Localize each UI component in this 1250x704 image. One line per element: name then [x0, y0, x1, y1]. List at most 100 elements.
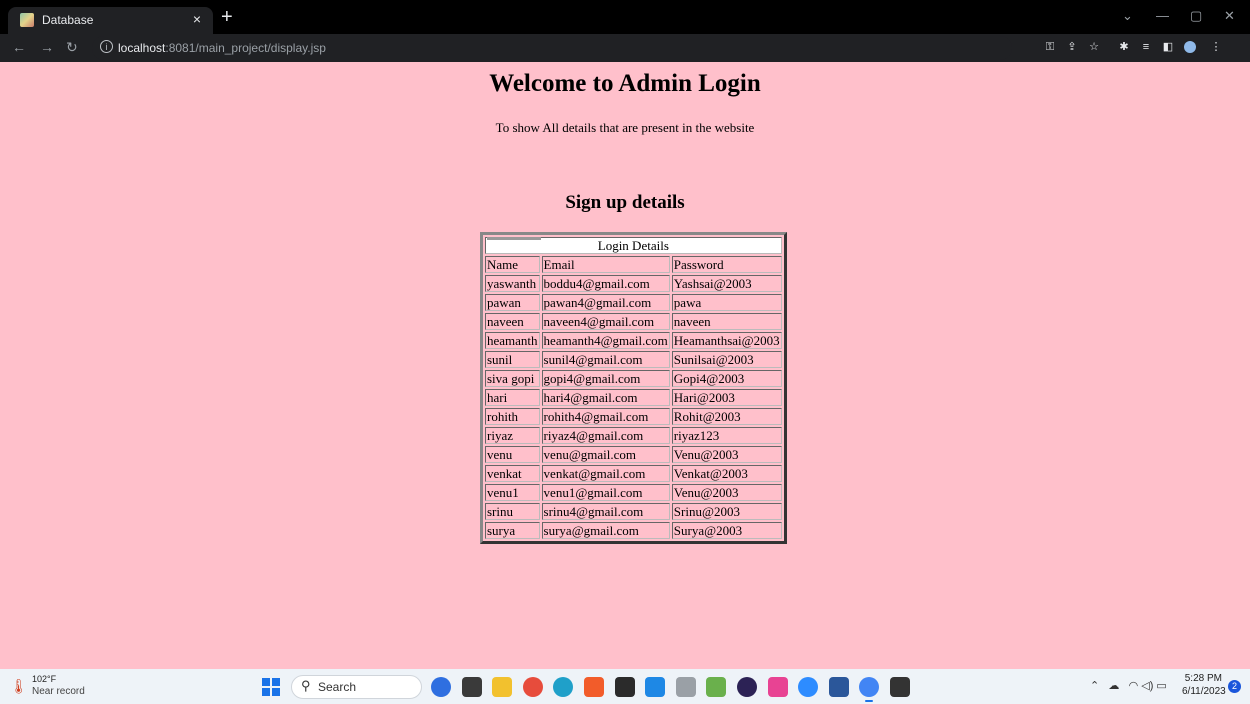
table-row: venu1 venu1@gmail.com Venu@2003 — [485, 484, 782, 501]
notification-badge[interactable]: 2 — [1228, 680, 1241, 693]
name-cell: venu1 — [485, 484, 540, 501]
column-header: Password — [671, 256, 782, 273]
tab-favicon-icon — [20, 13, 34, 27]
tab-close-icon[interactable]: × — [193, 11, 201, 27]
password-cell: Venu@2003 — [671, 484, 782, 501]
terminal-app-icon[interactable] — [890, 677, 910, 697]
chrome-app-icon[interactable] — [523, 677, 543, 697]
edge-app-icon[interactable] — [553, 677, 573, 697]
table-caption-row: Login Details — [485, 237, 782, 254]
maximize-icon[interactable]: ▢ — [1190, 8, 1202, 24]
zoom-app-icon[interactable] — [798, 677, 818, 697]
profile-avatar-icon[interactable] — [1184, 41, 1196, 53]
name-cell: rohith — [485, 408, 540, 425]
tab-search-icon[interactable]: ⌄ — [1122, 8, 1133, 24]
forward-icon[interactable]: → — [40, 39, 54, 55]
extensions-icon[interactable]: ✱ — [1118, 41, 1130, 53]
password-cell: naveen — [671, 313, 782, 330]
page-heading: Welcome to Admin Login — [489, 70, 761, 97]
store-app-icon[interactable] — [768, 677, 788, 697]
password-cell: Venkat@2003 — [671, 465, 782, 482]
email-cell: naveen4@gmail.com — [541, 313, 670, 330]
reading-list-icon[interactable]: ≡ — [1140, 41, 1152, 53]
url-text: localhost:8081/main_project/display.jsp — [118, 41, 326, 55]
bookmark-star-icon[interactable]: ☆ — [1088, 41, 1100, 53]
name-cell: venkat — [485, 465, 540, 482]
email-cell: venkat@gmail.com — [541, 465, 670, 482]
file-explorer-app-icon[interactable] — [492, 677, 512, 697]
email-cell: heamanth4@gmail.com — [541, 332, 670, 349]
email-cell: gopi4@gmail.com — [541, 370, 670, 387]
table-caption: Login Details — [597, 238, 669, 253]
brave-app-icon[interactable] — [584, 677, 604, 697]
table-row: sunil sunil4@gmail.com Sunilsai@2003 — [485, 351, 782, 368]
table-row: riyaz riyaz4@gmail.com riyaz123 — [485, 427, 782, 444]
email-cell: hari4@gmail.com — [541, 389, 670, 406]
email-cell: riyaz4@gmail.com — [541, 427, 670, 444]
table-header-row: Name Email Password — [485, 256, 782, 273]
page-viewport: Welcome to Admin Login To show All detai… — [0, 62, 1250, 669]
start-button[interactable] — [262, 678, 280, 696]
menu-kebab-icon[interactable]: ⋮ — [1210, 41, 1222, 53]
windows-taskbar: 🌡 102°F Near record ⚲ Search ⌃ ☁ ◠ ◁) ▭ … — [0, 669, 1250, 704]
name-cell: venu — [485, 446, 540, 463]
windows-logo-icon — [262, 688, 270, 696]
cloud-icon[interactable]: ☁ — [1108, 680, 1119, 692]
clock-date: 6/11/2023 — [1182, 686, 1226, 697]
name-cell: yaswanth — [485, 275, 540, 292]
browser-toolbar: ← → ↻ i localhost:8081/main_project/disp… — [0, 34, 1250, 62]
email-cell: sunil4@gmail.com — [541, 351, 670, 368]
browser-tab[interactable]: Database × — [8, 7, 213, 34]
back-icon[interactable]: ← — [12, 39, 26, 55]
search-label: Search — [318, 680, 357, 694]
email-cell: surya@gmail.com — [541, 522, 670, 539]
system-tray[interactable]: ⌃ ☁ ◠ ◁) ▭ — [1090, 679, 1167, 692]
pycharm-app-icon[interactable] — [615, 677, 635, 697]
address-bar[interactable]: i localhost:8081/main_project/display.js… — [92, 36, 1012, 60]
table-row: hari hari4@gmail.com Hari@2003 — [485, 389, 782, 406]
new-tab-icon[interactable]: + — [221, 6, 233, 28]
browser-tab-strip: Database × + ⌄ — ▢ ✕ — [0, 0, 1250, 34]
password-cell: Srinu@2003 — [671, 503, 782, 520]
minimize-icon[interactable]: — — [1156, 8, 1169, 23]
close-window-icon[interactable]: ✕ — [1224, 8, 1235, 24]
table-row: pawan pawan4@gmail.com pawa — [485, 294, 782, 311]
wifi-icon[interactable]: ◠ — [1129, 680, 1139, 692]
chrome-dev-app-icon[interactable] — [859, 677, 879, 702]
password-cell: riyaz123 — [671, 427, 782, 444]
password-cell: Hari@2003 — [671, 389, 782, 406]
tray-overflow-icon[interactable]: ⌃ — [1090, 680, 1099, 692]
email-cell: rohith4@gmail.com — [541, 408, 670, 425]
clock[interactable]: 5:28 PM 6/11/2023 — [1182, 672, 1226, 698]
side-panel-icon[interactable]: ◧ — [1162, 41, 1174, 53]
name-cell: riyaz — [485, 427, 540, 444]
login-details-table: Login Details Name Email Password yaswan… — [480, 232, 787, 544]
taskbar-search[interactable]: ⚲ Search — [291, 675, 422, 699]
column-header: Name — [485, 256, 540, 273]
battery-icon[interactable]: ▭ — [1156, 680, 1166, 692]
photos-app-icon[interactable] — [706, 677, 726, 697]
task-view-app-icon[interactable] — [462, 677, 482, 697]
reload-icon[interactable]: ↻ — [66, 39, 78, 56]
eclipse-app-icon[interactable] — [737, 677, 757, 697]
table-row: venkat venkat@gmail.com Venkat@2003 — [485, 465, 782, 482]
email-cell: venu1@gmail.com — [541, 484, 670, 501]
name-cell: naveen — [485, 313, 540, 330]
name-cell: surya — [485, 522, 540, 539]
share-icon[interactable]: ⇪ — [1066, 41, 1078, 53]
password-key-icon[interactable]: ⚿ — [1044, 41, 1056, 53]
email-cell: venu@gmail.com — [541, 446, 670, 463]
site-info-icon[interactable]: i — [100, 40, 113, 53]
weather-temp: 102°F — [32, 674, 57, 684]
database-app-icon[interactable] — [676, 677, 696, 697]
name-cell: siva gopi — [485, 370, 540, 387]
bing-app-icon[interactable] — [431, 677, 451, 697]
word-app-icon[interactable] — [829, 677, 849, 697]
vscode-app-icon[interactable] — [645, 677, 665, 697]
table-row: surya surya@gmail.com Surya@2003 — [485, 522, 782, 539]
password-cell: Sunilsai@2003 — [671, 351, 782, 368]
section-heading: Sign up details — [565, 192, 685, 213]
windows-logo-icon — [272, 688, 280, 696]
volume-icon[interactable]: ◁) — [1141, 680, 1153, 692]
password-cell: pawa — [671, 294, 782, 311]
